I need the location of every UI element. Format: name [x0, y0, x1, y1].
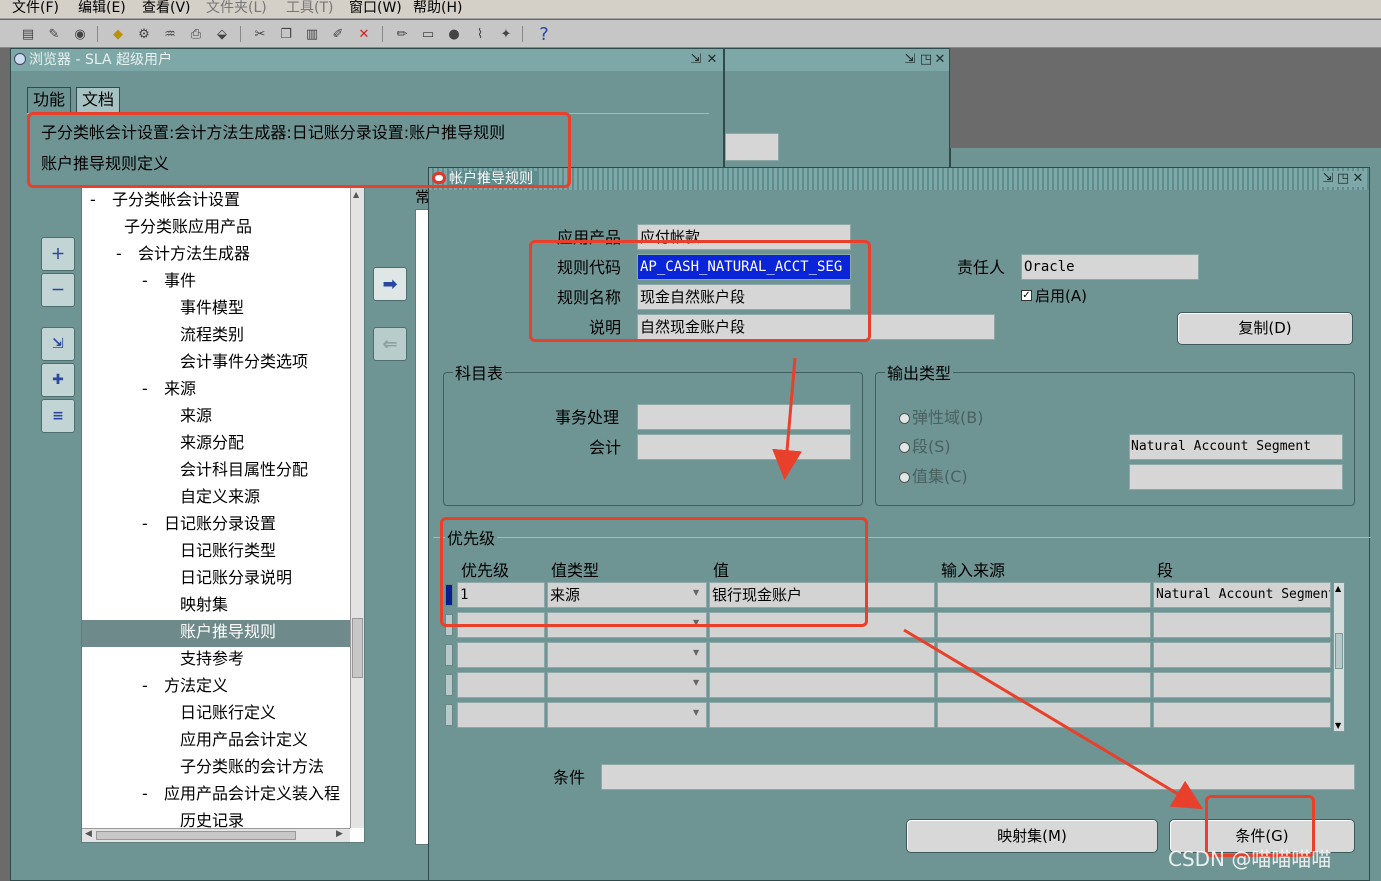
annotation-arrow-to-conditions: [903, 628, 1204, 810]
watermark: CSDN @喵喵喵喵: [1168, 847, 1332, 871]
annotation-arrow-down: [772, 357, 803, 480]
annotation-arrows: [772, 357, 1204, 810]
